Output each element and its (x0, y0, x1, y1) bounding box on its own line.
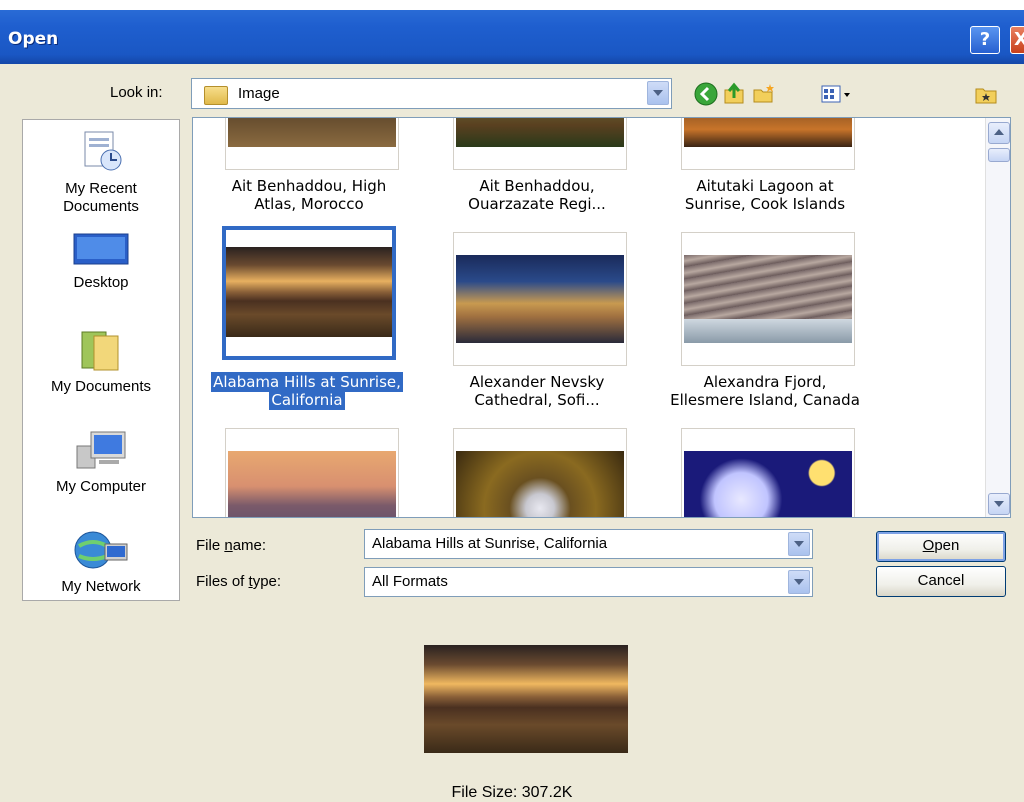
title-bar[interactable]: Open ? X (0, 0, 1024, 64)
places-bar: My Recent Documents Desktop My Documents… (22, 119, 180, 601)
file-thumbnail-selected[interactable] (222, 226, 396, 360)
scrollbar-thumb[interactable] (988, 148, 1010, 162)
help-button[interactable]: ? (970, 26, 1000, 54)
thumbnail-image-water (684, 319, 852, 343)
file-thumbnail[interactable] (453, 428, 627, 517)
look-in-dropdown[interactable]: Image (191, 78, 672, 109)
file-caption-line: Atlas, Morocco (254, 195, 364, 213)
vertical-scrollbar[interactable] (985, 118, 1010, 517)
look-in-label: Look in: (110, 84, 163, 101)
file-thumbnail[interactable] (681, 428, 855, 517)
file-caption-line: Alabama Hills at Sunrise, (211, 372, 403, 392)
my-documents-icon (81, 331, 119, 371)
recent-documents-icon (84, 131, 122, 171)
file-type-value: All Formats (372, 573, 448, 590)
desktop-folder-icon[interactable] (974, 82, 998, 106)
window-title: Open (8, 29, 59, 49)
file-caption-line: Aitutaki Lagoon at (696, 177, 834, 195)
open-button[interactable]: Open (876, 531, 1006, 562)
thumbnail-image (684, 451, 852, 517)
look-in-value: Image (238, 85, 280, 102)
folder-icon (204, 86, 228, 105)
views-menu-icon[interactable] (820, 82, 852, 106)
file-list-view[interactable]: Ait Benhaddou, High Atlas, Morocco Ait B… (192, 117, 1011, 518)
file-caption-line: Cathedral, Sofi... (474, 391, 600, 409)
place-my-documents[interactable]: My Documents (23, 328, 179, 396)
cancel-button[interactable]: Cancel (876, 566, 1006, 597)
place-label: My Computer (55, 478, 147, 495)
file-caption-line: Ellesmere Island, Canada (670, 391, 860, 409)
file-caption-line: Alexandra Fjord, (703, 373, 827, 391)
desktop-icon (73, 233, 129, 265)
place-my-network[interactable]: My Network (23, 528, 179, 596)
new-folder-icon[interactable] (752, 82, 776, 106)
thumbnail-image (456, 118, 624, 147)
place-label: My Documents (50, 378, 152, 395)
place-my-computer[interactable]: My Computer (23, 430, 179, 496)
close-button[interactable]: X (1010, 26, 1024, 54)
file-caption[interactable]: Ait Benhaddou, High Atlas, Morocco (199, 177, 419, 213)
thumbnail-image (456, 451, 624, 517)
file-caption-line: Alexander Nevsky (469, 373, 605, 391)
file-size-label: File Size: 307.2K (451, 784, 573, 801)
file-name-input[interactable]: Alabama Hills at Sunrise, California (364, 529, 813, 559)
file-type-label: Files of type: (196, 573, 282, 590)
place-label: Documents (63, 198, 139, 215)
scroll-down-icon[interactable] (988, 493, 1010, 515)
thumbnail-image (684, 118, 852, 147)
file-caption[interactable]: Aitutaki Lagoon at Sunrise, Cook Islands (655, 177, 875, 213)
chevron-down-icon[interactable] (788, 570, 810, 594)
file-caption-line: Ait Benhaddou, High (231, 177, 387, 195)
preview-image (424, 645, 628, 753)
my-network-icon (74, 531, 128, 569)
file-caption-line: Ouarzazate Regi... (468, 195, 606, 213)
file-type-dropdown[interactable]: All Formats (364, 567, 813, 597)
up-folder-icon[interactable] (722, 82, 746, 106)
scroll-up-icon[interactable] (988, 122, 1010, 144)
file-name-value: Alabama Hills at Sunrise, California (372, 535, 608, 552)
place-my-recent-documents[interactable]: My Recent Documents (23, 128, 179, 216)
file-caption-line: California (269, 390, 345, 410)
title-bar-top-edge (0, 0, 1024, 10)
file-caption-line: Sunrise, Cook Islands (684, 195, 846, 213)
place-desktop[interactable]: Desktop (23, 232, 179, 292)
chevron-down-icon[interactable] (788, 532, 810, 556)
thumbnail-image (228, 451, 396, 517)
back-icon[interactable] (694, 82, 718, 106)
file-caption-selected[interactable]: Alabama Hills at Sunrise, California (197, 372, 417, 410)
file-caption-line: Ait Benhaddou, (479, 177, 595, 195)
file-thumbnail[interactable] (453, 232, 627, 366)
place-label: My Recent (65, 180, 137, 197)
file-thumbnail[interactable] (225, 118, 399, 170)
place-label: Desktop (73, 274, 129, 291)
place-label: My Network (61, 578, 141, 595)
thumbnail-image (684, 255, 852, 343)
file-thumbnail[interactable] (681, 118, 855, 170)
file-caption[interactable]: Alexandra Fjord, Ellesmere Island, Canad… (655, 373, 875, 409)
thumbnail-image (228, 118, 396, 147)
file-thumbnail[interactable] (681, 232, 855, 366)
chevron-down-icon[interactable] (647, 81, 669, 105)
my-computer-icon (76, 431, 126, 469)
file-name-label: File name: (196, 537, 267, 554)
file-caption[interactable]: Ait Benhaddou, Ouarzazate Regi... (427, 177, 647, 213)
file-thumbnail[interactable] (225, 428, 399, 517)
file-caption[interactable]: Alexander Nevsky Cathedral, Sofi... (427, 373, 647, 409)
file-thumbnail[interactable] (453, 118, 627, 170)
thumbnail-image (456, 255, 624, 343)
thumbnail-image (226, 247, 392, 337)
